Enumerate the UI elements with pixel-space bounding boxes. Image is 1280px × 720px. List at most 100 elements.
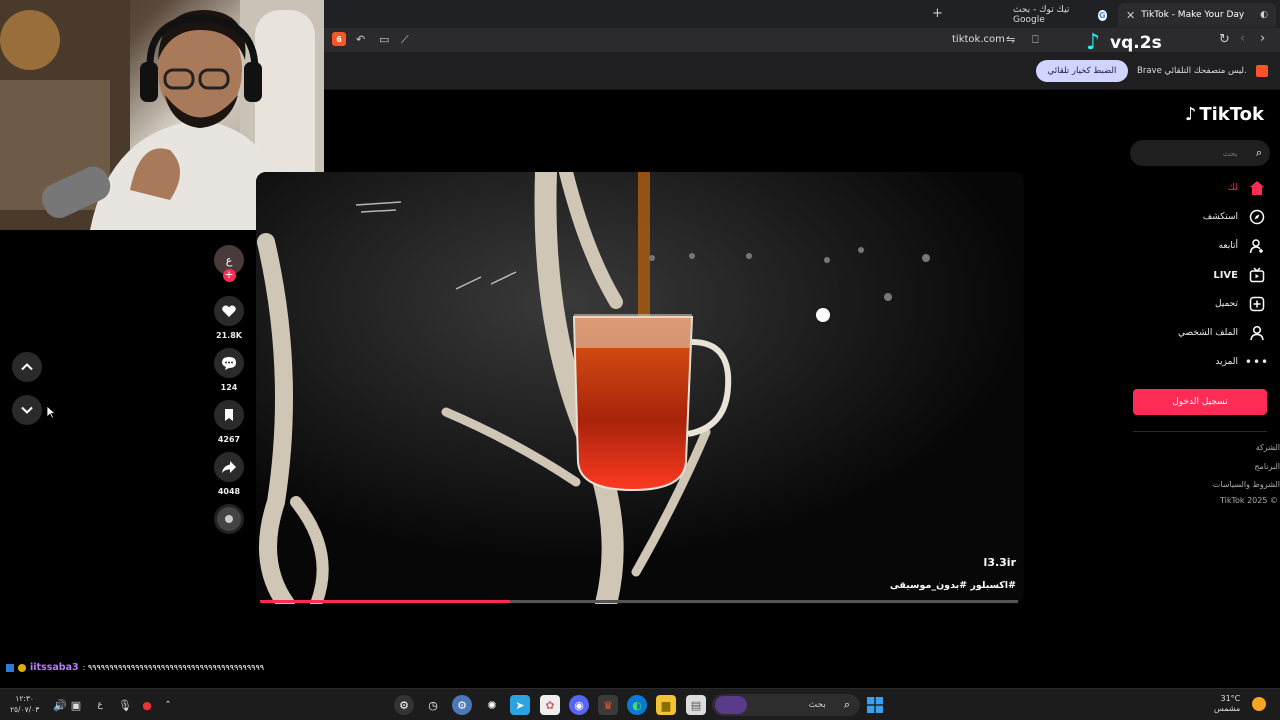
brave-logo-icon	[1256, 65, 1268, 77]
gear-app-icon[interactable]: ✺	[482, 695, 502, 715]
weather-widget[interactable]: 31°C مشمس	[1214, 694, 1240, 714]
tab-tiktok[interactable]: ✕ TikTok - Make Your Day ◐	[1118, 3, 1276, 27]
video-player[interactable]: l3.3ir #اكسبلور #بدون_موسيقى	[256, 172, 1024, 604]
nav-live[interactable]: LIVE	[1213, 266, 1266, 284]
nav-explore[interactable]: استكشف	[1203, 208, 1266, 226]
search-icon[interactable]: ⌕	[1256, 146, 1262, 160]
address-bar[interactable]: tiktok.com	[952, 34, 1005, 45]
language-indicator[interactable]: ع	[90, 695, 110, 715]
site-settings-icon[interactable]: ⇋	[1006, 33, 1015, 46]
tab-title: تيك توك - بحث Google	[1013, 5, 1070, 25]
set-default-button[interactable]: الضبط كخيار تلقائي	[1036, 60, 1128, 82]
chat-badge-icon	[18, 663, 26, 672]
chat-username: iitssaba3	[30, 662, 79, 673]
nav-label: الملف الشخصي	[1178, 328, 1238, 338]
tiktok-logo[interactable]: ♪ TikTok	[1185, 104, 1264, 125]
share-button[interactable]: 4048	[214, 452, 244, 496]
chat-badge-icon	[6, 663, 14, 672]
follow-plus-icon[interactable]: +	[222, 269, 236, 282]
nav-profile[interactable]: الملف الشخصي	[1178, 324, 1266, 342]
avatar-letter: ع	[225, 253, 233, 267]
steam-icon[interactable]: ⚙	[452, 695, 472, 715]
bookmark-icon	[214, 400, 244, 430]
audio-icon: ◐	[1260, 10, 1268, 20]
nav-more[interactable]: ••• المزيد	[1215, 353, 1270, 371]
network-icon[interactable]: ▣	[66, 695, 86, 715]
shields-count: 6	[336, 34, 342, 44]
login-button[interactable]: تسجيل الدخول	[1133, 389, 1267, 415]
tab-google[interactable]: G تيك توك - بحث Google	[1005, 3, 1115, 27]
creator-avatar[interactable]: ع +	[214, 245, 244, 282]
back-icon[interactable]: ›	[1260, 31, 1265, 46]
forward-icon[interactable]: ‹	[1240, 31, 1245, 46]
tiktok-sidebar: ♪ TikTok بحث ⌕ لك استكشف أتابعه LIVE تحم…	[1125, 90, 1280, 520]
bookmark-icon[interactable]: ⎕	[1032, 33, 1039, 47]
nav-label: LIVE	[1213, 269, 1238, 281]
tiktok-logo-text: TikTok	[1199, 104, 1264, 125]
video-author[interactable]: l3.3ir	[984, 556, 1016, 569]
microphone-icon[interactable]: 🎙	[115, 695, 135, 715]
footer-link-company[interactable]: الشركة	[1256, 443, 1280, 452]
telegram-icon[interactable]: ➤	[510, 695, 530, 715]
brave-shields-icon[interactable]: 6	[332, 32, 346, 46]
discord-icon[interactable]: ◉	[569, 695, 589, 715]
nav-following[interactable]: أتابعه	[1219, 237, 1266, 255]
nav-label: لك	[1227, 183, 1238, 193]
search-icon: ⌕	[843, 698, 850, 711]
close-icon[interactable]: ✕	[1126, 9, 1135, 22]
save-count: 4267	[217, 435, 241, 444]
reload-icon[interactable]: ↻	[1219, 32, 1230, 47]
search-placeholder: بحث	[1222, 148, 1238, 158]
file-explorer-icon[interactable]: ▆	[656, 695, 676, 715]
nav-upload[interactable]: تحميل	[1215, 295, 1266, 313]
cast-icon[interactable]: ▭	[379, 33, 389, 46]
mouse-cursor-icon	[46, 405, 56, 419]
nav-label: المزيد	[1215, 357, 1238, 367]
vpn-icon[interactable]: ⟋	[401, 33, 409, 47]
more-icon: •••	[1244, 355, 1270, 369]
watermark-text: vq.2s	[1110, 33, 1162, 53]
comment-icon	[214, 348, 244, 378]
recording-icon[interactable]: ●	[137, 695, 157, 715]
clock-time: ١٢:٣٠	[15, 694, 34, 703]
pinned-app-icon[interactable]: ✿	[540, 695, 560, 715]
video-progress-bar[interactable]	[260, 600, 1018, 603]
tray-chevron-icon[interactable]: ˄	[158, 695, 178, 715]
weather-text: مشمس	[1214, 704, 1241, 713]
search-input[interactable]: بحث ⌕	[1130, 140, 1270, 166]
nav-label: استكشف	[1202, 212, 1238, 222]
following-icon	[1248, 237, 1266, 255]
video-caption[interactable]: #اكسبلور #بدون_موسيقى	[890, 580, 1016, 591]
clock[interactable]: ١٢:٣٠ ٢٥/٠٧/٠٣	[10, 693, 39, 715]
footer-copyright: TikTok 2025 ©	[1220, 496, 1278, 505]
comment-button[interactable]: 124	[214, 348, 244, 392]
music-disc[interactable]	[214, 504, 244, 534]
previous-video-button[interactable]	[12, 352, 42, 382]
edge-icon[interactable]: ◐	[627, 695, 647, 715]
nav-label: أتابعه	[1218, 241, 1238, 251]
live-icon	[1248, 266, 1266, 284]
share-icon[interactable]: ↶	[356, 33, 365, 46]
brave-app-icon[interactable]: ♛	[598, 695, 618, 715]
taskview-icon[interactable]: ▤	[686, 695, 706, 715]
home-icon	[1248, 179, 1266, 197]
settings-app-icon[interactable]: ⚙	[394, 695, 414, 715]
taskbar: ١٢:٣٠ ٢٥/٠٧/٠٣ 🔊 ▣ ع 🎙 ● ˄ ⚙ ◷ ⚙ ✺ ➤ ✿ ◉…	[0, 688, 1280, 720]
comment-count: 124	[220, 383, 238, 392]
footer-link-terms[interactable]: الشروط والسياسات	[1213, 480, 1280, 489]
search-label: بحث	[808, 700, 826, 710]
nav-label: تحميل	[1214, 299, 1238, 309]
new-tab-button[interactable]: +	[932, 6, 943, 21]
share-arrow-icon	[214, 452, 244, 482]
nav-for-you[interactable]: لك	[1228, 179, 1266, 197]
save-button[interactable]: 4267	[214, 400, 244, 444]
like-button[interactable]: 21.8K	[214, 296, 244, 340]
clock-app-icon[interactable]: ◷	[423, 695, 443, 715]
next-video-button[interactable]	[12, 395, 42, 425]
weather-temp: 31°C	[1220, 694, 1241, 703]
chat-message: iitssaba3 : ٩٩٩٩٩٩٩٩٩٩٩٩٩٩٩٩٩٩٩٩٩٩٩٩٩٩٩٩…	[6, 662, 264, 673]
windows-start-icon[interactable]	[864, 694, 886, 716]
footer-link-program[interactable]: البرنامج	[1254, 462, 1280, 471]
video-frame-image	[256, 172, 1024, 604]
clock-date: ٢٥/٠٧/٠٣	[10, 705, 40, 714]
